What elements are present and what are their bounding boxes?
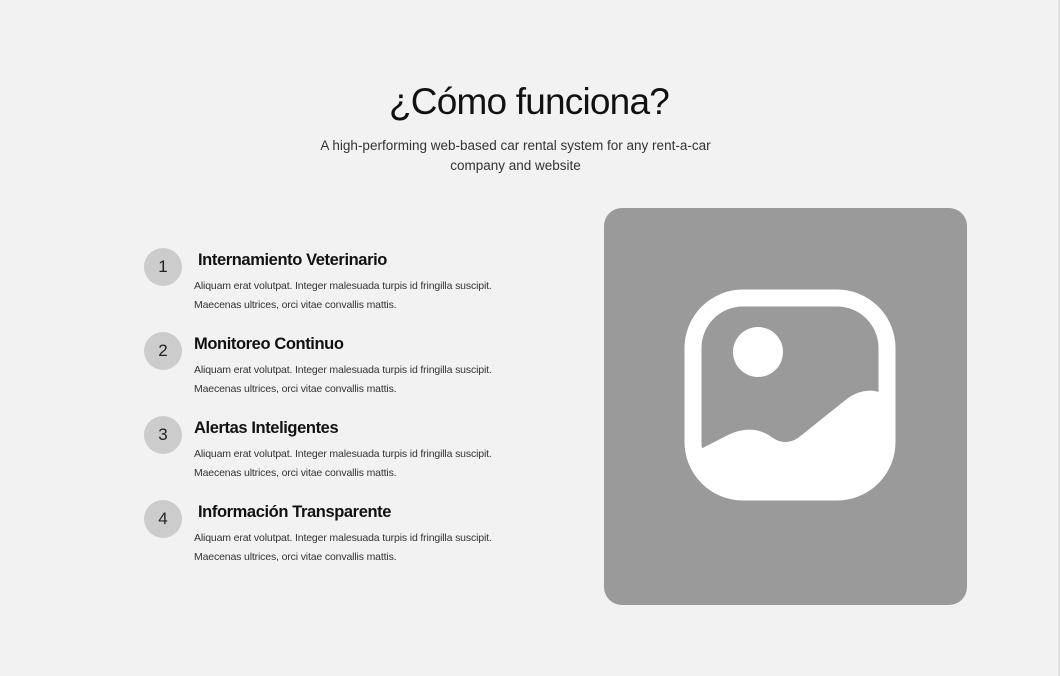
step-description: Aliquam erat volutpat. Integer malesuada… (194, 280, 492, 311)
image-placeholder-icon (684, 289, 896, 501)
section-title: ¿Cómo funciona? (388, 81, 670, 122)
step-description: Aliquam erat volutpat. Integer malesuada… (194, 364, 492, 395)
step-title: Internamiento Veterinario (198, 251, 387, 269)
step-item-2: 2 Monitoreo Continuo Aliquam erat volutp… (144, 332, 544, 408)
section-subtitle: A high-performing web-based car rental s… (320, 138, 711, 173)
step-number-badge: 2 (144, 332, 182, 370)
step-number-badge: 3 (144, 416, 182, 454)
step-item-3: 3 Alertas Inteligentes Aliquam erat volu… (144, 416, 544, 492)
step-item-4: 4 Información Transparente Aliquam erat … (144, 500, 544, 576)
step-title: Alertas Inteligentes (194, 419, 339, 437)
step-title: Monitoreo Continuo (194, 335, 344, 353)
step-description: Aliquam erat volutpat. Integer malesuada… (194, 532, 492, 563)
step-number-badge: 4 (144, 500, 182, 538)
step-item-1: 1 Internamiento Veterinario Aliquam erat… (144, 248, 544, 324)
step-title: Información Transparente (198, 503, 392, 521)
step-number-badge: 1 (144, 248, 182, 286)
step-description: Aliquam erat volutpat. Integer malesuada… (194, 448, 492, 479)
image-placeholder (604, 208, 967, 605)
how-it-works-section: ¿Cómo funciona? A high-performing web-ba… (0, 0, 1060, 676)
